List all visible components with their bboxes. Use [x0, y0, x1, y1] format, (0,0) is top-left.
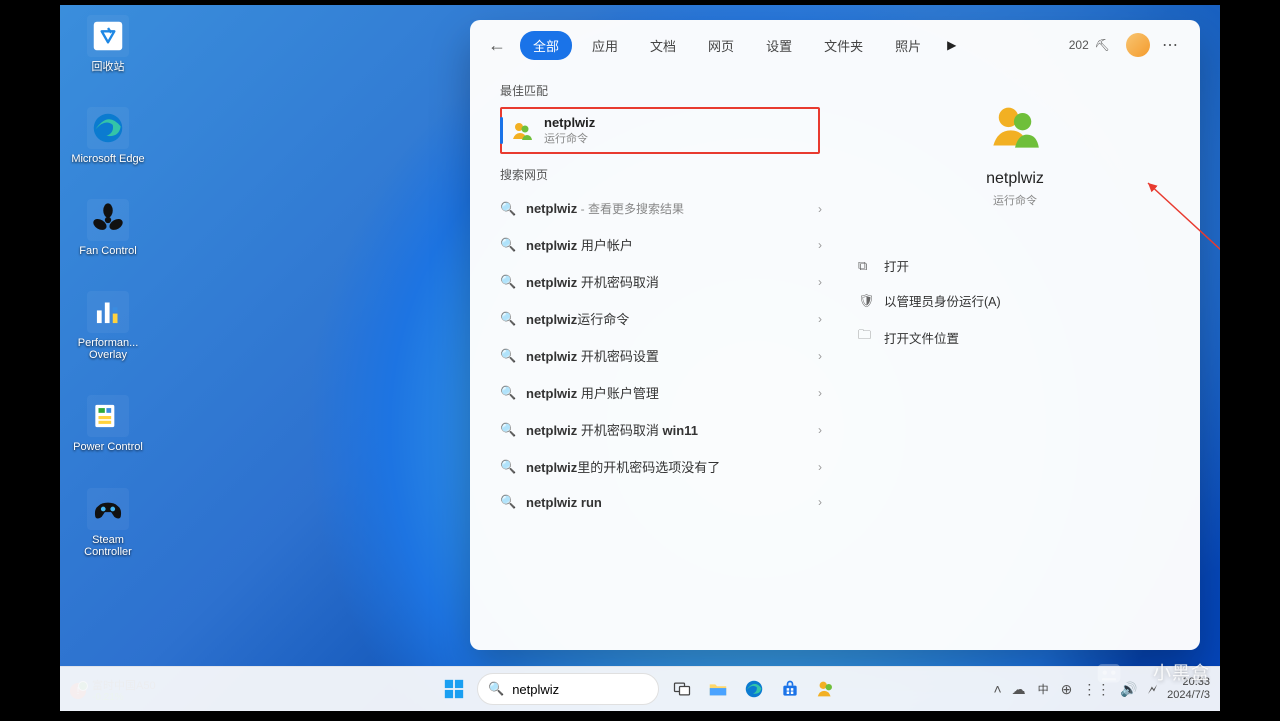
- results-column: 最佳匹配 netplwiz 运行命令 搜索网页 🔍netplwiz - 查看更多…: [470, 70, 830, 650]
- web-result[interactable]: 🔍netplwiz run›: [500, 485, 830, 519]
- bars-icon: [87, 291, 129, 333]
- recycle-bin[interactable]: 回收站: [68, 15, 148, 73]
- panel-menu[interactable]: ⋯: [1158, 35, 1182, 55]
- search-icon: 🔍: [500, 494, 516, 510]
- store[interactable]: [777, 676, 803, 702]
- edge-shortcut[interactable]: Microsoft Edge: [68, 107, 148, 165]
- rewards-icon: ⛏: [1095, 38, 1110, 52]
- web-result[interactable]: 🔍netplwiz里的开机密码选项没有了›: [500, 448, 830, 485]
- search-icon: 🔍: [488, 681, 504, 697]
- web-result[interactable]: 🔍netplwiz 开机密码取消 win11›: [500, 411, 830, 448]
- onedrive-icon[interactable]: ☁: [1012, 681, 1026, 698]
- web-result[interactable]: 🔍netplwiz - 查看更多搜索结果›: [500, 191, 830, 226]
- search-icon: 🔍: [500, 201, 516, 217]
- tab-apps[interactable]: 应用: [580, 32, 630, 59]
- search-icon: 🔍: [500, 311, 516, 327]
- section-web: 搜索网页: [500, 166, 830, 183]
- tabs-more[interactable]: ▶: [941, 38, 962, 52]
- watermark-icon: [1092, 657, 1126, 691]
- chevron-right-icon: ›: [818, 312, 822, 326]
- recycle-icon: [87, 15, 129, 57]
- tab-all[interactable]: 全部: [520, 31, 572, 60]
- detail-actions: ⧉打开 🛡以管理员身份运行(A) 🗀打开文件位置: [850, 248, 1180, 356]
- taskbar-search[interactable]: 🔍: [477, 673, 659, 705]
- chevron-right-icon: ›: [818, 495, 822, 509]
- ime-indicator[interactable]: 中: [1036, 681, 1051, 697]
- search-icon: 🔍: [500, 274, 516, 290]
- taskbar: 🔍 ˄ ☁ 中 ⊕ ⋮⋮ 🔊 🗲 20:33 2024/7/3: [60, 666, 1220, 711]
- users-icon: [510, 119, 534, 143]
- search-icon: 🔍: [500, 385, 516, 401]
- fan-control-shortcut[interactable]: Fan Control: [68, 199, 148, 257]
- web-result[interactable]: 🔍netplwiz 开机密码设置›: [500, 337, 830, 374]
- detail-name: netplwiz: [986, 170, 1044, 188]
- steam-controller-shortcut[interactable]: Steam Controller: [68, 488, 148, 558]
- action-run-admin[interactable]: 🛡以管理员身份运行(A): [858, 283, 1180, 318]
- best-title: netplwiz: [544, 115, 595, 130]
- web-result[interactable]: 🔍netplwiz运行命令›: [500, 300, 830, 337]
- explorer[interactable]: [705, 676, 731, 702]
- desktop: 回收站 Microsoft Edge Fan Control Performan…: [60, 5, 1220, 711]
- tab-docs[interactable]: 文档: [638, 32, 688, 59]
- battery-icon[interactable]: 🗲: [1148, 681, 1157, 698]
- search-icon: 🔍: [500, 459, 516, 475]
- controller-icon: [87, 488, 129, 530]
- rewards-points[interactable]: 202⛏: [1069, 38, 1110, 52]
- web-result[interactable]: 🔍netplwiz 用户帐户›: [500, 226, 830, 263]
- chevron-right-icon: ›: [818, 275, 822, 289]
- tab-folders[interactable]: 文件夹: [812, 32, 875, 59]
- chevron-right-icon: ›: [818, 386, 822, 400]
- edge-icon: [87, 107, 129, 149]
- chevron-right-icon: ›: [818, 238, 822, 252]
- chevron-right-icon: ›: [818, 202, 822, 216]
- action-open[interactable]: ⧉打开: [858, 248, 1180, 283]
- best-match-item[interactable]: netplwiz 运行命令: [500, 107, 820, 154]
- perf-overlay-shortcut[interactable]: Performan... Overlay: [68, 291, 148, 361]
- desktop-icons: 回收站 Microsoft Edge Fan Control Performan…: [68, 15, 148, 558]
- tray-expand-icon[interactable]: ˄: [993, 681, 1001, 697]
- search-icon: 🔍: [500, 237, 516, 253]
- chevron-right-icon: ›: [818, 423, 822, 437]
- chevron-right-icon: ›: [818, 460, 822, 474]
- task-view[interactable]: [669, 676, 695, 702]
- action-open-location[interactable]: 🗀打开文件位置: [858, 318, 1180, 356]
- best-subtitle: 运行命令: [544, 130, 595, 146]
- web-result[interactable]: 🔍netplwiz 用户账户管理›: [500, 374, 830, 411]
- detail-pane: netplwiz 运行命令 ⧉打开 🛡以管理员身份运行(A) 🗀打开文件位置: [830, 70, 1200, 650]
- search-input[interactable]: [510, 681, 690, 698]
- search-panel: ← 全部 应用 文档 网页 设置 文件夹 照片 ▶ 202⛏ ⋯ 最佳匹配: [470, 20, 1200, 650]
- tab-photos[interactable]: 照片: [883, 32, 933, 59]
- tab-settings[interactable]: 设置: [754, 32, 804, 59]
- panel-header: ← 全部 应用 文档 网页 设置 文件夹 照片 ▶ 202⛏ ⋯: [470, 20, 1200, 70]
- web-result[interactable]: 🔍netplwiz 开机密码取消›: [500, 263, 830, 300]
- ime-mode-icon[interactable]: ⊕: [1061, 681, 1073, 698]
- section-best: 最佳匹配: [500, 82, 830, 99]
- folder-icon: 🗀: [858, 326, 874, 348]
- search-icon: 🔍: [500, 348, 516, 364]
- detail-type: 运行命令: [993, 192, 1037, 208]
- start-button[interactable]: [441, 676, 467, 702]
- netplwiz-taskbar[interactable]: [813, 676, 839, 702]
- tab-web[interactable]: 网页: [696, 32, 746, 59]
- detail-icon: [989, 100, 1041, 152]
- search-icon: 🔍: [500, 422, 516, 438]
- edge-taskbar[interactable]: [741, 676, 767, 702]
- power-icon: [87, 395, 129, 437]
- power-control-shortcut[interactable]: Power Control: [68, 395, 148, 453]
- chevron-right-icon: ›: [818, 349, 822, 363]
- shield-icon: 🛡: [858, 293, 874, 309]
- back-button[interactable]: ←: [488, 35, 506, 56]
- open-icon: ⧉: [858, 258, 874, 274]
- clock[interactable]: 20:33 2024/7/3: [1167, 676, 1210, 701]
- fan-icon: [87, 199, 129, 241]
- user-avatar[interactable]: [1126, 33, 1150, 57]
